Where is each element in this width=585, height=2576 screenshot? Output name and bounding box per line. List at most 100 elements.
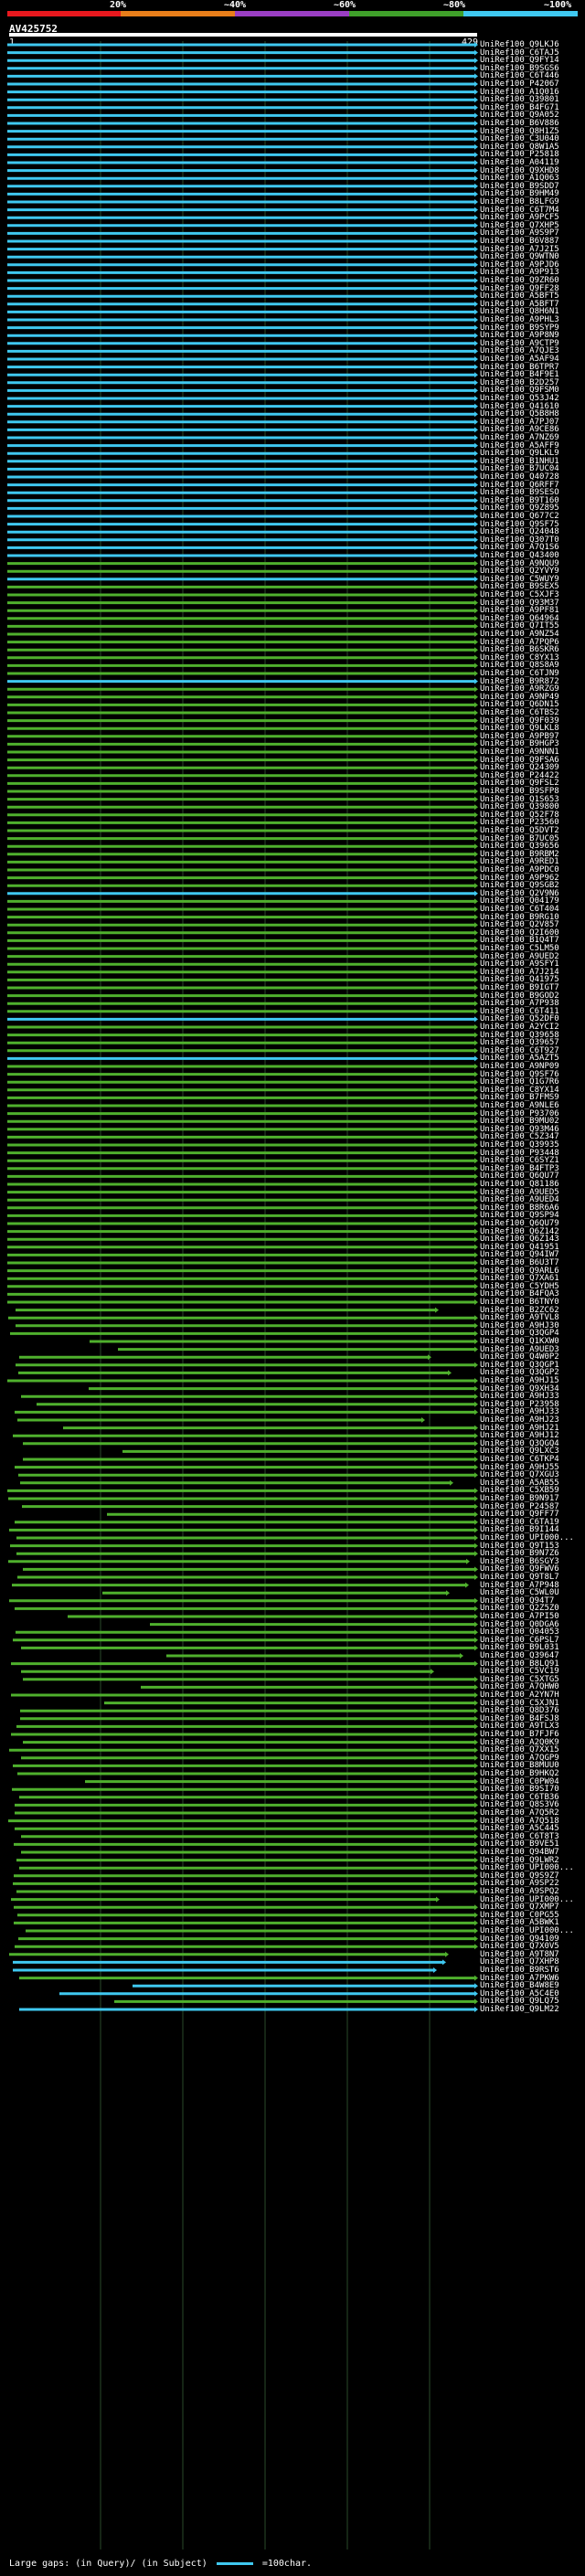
- hit-arrow-icon: [474, 1511, 478, 1518]
- hit-arrow-icon: [474, 1692, 478, 1698]
- hit-arrow-icon: [474, 81, 478, 87]
- hit-arrow-icon: [474, 427, 478, 433]
- hit-arrow-icon: [474, 254, 478, 260]
- hit-arrow-icon: [474, 1299, 478, 1305]
- hit-arrow-icon: [474, 835, 478, 842]
- hit-arrow-icon: [474, 1920, 478, 1926]
- hit-label[interactable]: UniRef100_Q9LM22: [480, 2005, 559, 2014]
- hit-arrow-icon: [474, 741, 478, 747]
- hit-arrow-icon: [474, 175, 478, 182]
- hit-arrow-icon: [474, 898, 478, 905]
- hit-arrow-icon: [474, 1401, 478, 1407]
- hit-arrow-icon: [474, 1252, 478, 1258]
- hit-arrow-icon: [474, 576, 478, 582]
- hit-arrow-icon: [474, 490, 478, 496]
- hit-arrow-icon: [474, 1189, 478, 1195]
- hit-arrow-icon: [474, 875, 478, 881]
- hit-arrow-icon: [474, 49, 478, 56]
- hit-arrow-icon: [474, 623, 478, 630]
- hit-arrow-icon: [474, 403, 478, 409]
- hit-arrow-icon: [474, 121, 478, 126]
- hit-arrow-icon: [474, 1394, 478, 1400]
- hit-arrow-icon: [474, 1204, 478, 1211]
- hit-arrow-icon: [474, 1566, 478, 1573]
- hit-arrow-icon: [446, 1590, 450, 1596]
- hit-arrow-icon: [460, 1653, 463, 1659]
- hit-arrow-icon: [474, 1732, 478, 1737]
- hit-arrow-icon: [421, 1417, 425, 1423]
- hit-arrow-icon: [474, 1472, 478, 1479]
- hit-arrow-icon: [474, 1645, 478, 1651]
- hit-arrow-icon: [474, 946, 478, 951]
- hit-arrow-icon: [474, 521, 478, 527]
- hit-arrow-icon: [474, 1629, 478, 1636]
- hit-arrow-icon: [474, 1488, 478, 1494]
- hit-arrow-icon: [474, 631, 478, 637]
- hit-arrow-icon: [474, 1865, 478, 1871]
- hit-arrow-icon: [474, 222, 478, 228]
- hit-arrow-icon: [474, 938, 478, 944]
- hit-arrow-icon: [474, 843, 478, 850]
- hit-arrow-icon: [474, 1841, 478, 1848]
- hit-arrow-icon: [474, 985, 478, 991]
- scale-line-icon: [216, 2561, 253, 2565]
- hit-arrow-icon: [474, 1597, 478, 1604]
- hit-arrow-icon: [474, 694, 478, 700]
- footer-subject-label: (in Subject): [141, 2559, 207, 2569]
- hit-arrow-icon: [474, 654, 478, 661]
- hit-arrow-icon: [474, 906, 478, 912]
- hit-arrow-icon: [465, 1582, 469, 1588]
- hit-arrow-icon: [474, 246, 478, 252]
- hit-arrow-icon: [474, 1676, 478, 1682]
- hit-arrow-icon: [474, 1283, 478, 1289]
- hit-arrow-icon: [474, 1213, 478, 1219]
- hit-arrow-icon: [474, 58, 478, 64]
- hit-arrow-icon: [474, 152, 478, 158]
- hit-arrow-icon: [474, 364, 478, 370]
- hit-arrow-icon: [474, 647, 478, 653]
- hit-arrow-icon: [474, 143, 478, 150]
- hit-arrow-icon: [474, 1008, 478, 1014]
- hit-arrow-icon: [474, 230, 478, 237]
- hit-arrow-icon: [474, 851, 478, 857]
- hit-arrow-icon: [474, 1071, 478, 1077]
- hit-arrow-icon: [474, 261, 478, 268]
- hit-arrow-icon: [474, 749, 478, 755]
- hit-arrow-icon: [474, 1001, 478, 1007]
- hit-arrow-icon: [474, 301, 478, 307]
- hit-arrow-icon: [474, 340, 478, 346]
- hit-arrow-icon: [474, 1637, 478, 1643]
- hit-arrow-icon: [474, 1385, 478, 1392]
- hit-arrow-icon: [474, 1935, 478, 1942]
- hit-arrow-icon: [474, 1173, 478, 1180]
- hit-arrow-icon: [474, 772, 478, 779]
- hit-arrow-icon: [474, 466, 478, 472]
- hit-arrow-icon: [474, 183, 478, 189]
- hit-arrow-icon: [474, 1244, 478, 1250]
- hit-arrow-icon: [474, 1889, 478, 1894]
- hit-arrow-icon: [474, 811, 478, 818]
- footer-gaps-label: Large gaps:: [9, 2559, 70, 2569]
- hit-arrow-icon: [474, 702, 478, 708]
- hit-arrow-icon: [474, 1881, 478, 1887]
- hit-arrow-icon: [474, 1542, 478, 1549]
- hit-arrow-icon: [474, 356, 478, 362]
- hit-arrow-icon: [474, 733, 478, 739]
- hit-arrow-icon: [474, 1998, 478, 2005]
- hit-arrow-icon: [474, 442, 478, 449]
- hit-arrow-icon: [474, 2007, 478, 2012]
- hit-arrow-icon: [474, 1032, 478, 1038]
- hit-arrow-icon: [474, 969, 478, 975]
- hit-arrow-icon: [474, 804, 478, 811]
- hit-arrow-icon: [474, 678, 478, 684]
- hit-arrow-icon: [474, 160, 478, 165]
- hit-arrow-icon: [474, 104, 478, 111]
- hit-arrow-icon: [474, 270, 478, 276]
- hit-arrow-icon: [466, 1558, 470, 1564]
- hit-arrow-icon: [474, 1064, 478, 1069]
- hit-arrow-icon: [474, 553, 478, 558]
- hit-arrow-icon: [474, 1778, 478, 1785]
- hit-arrow-icon: [474, 1378, 478, 1383]
- hit-arrow-icon: [474, 1339, 478, 1344]
- hit-arrow-icon: [474, 1118, 478, 1125]
